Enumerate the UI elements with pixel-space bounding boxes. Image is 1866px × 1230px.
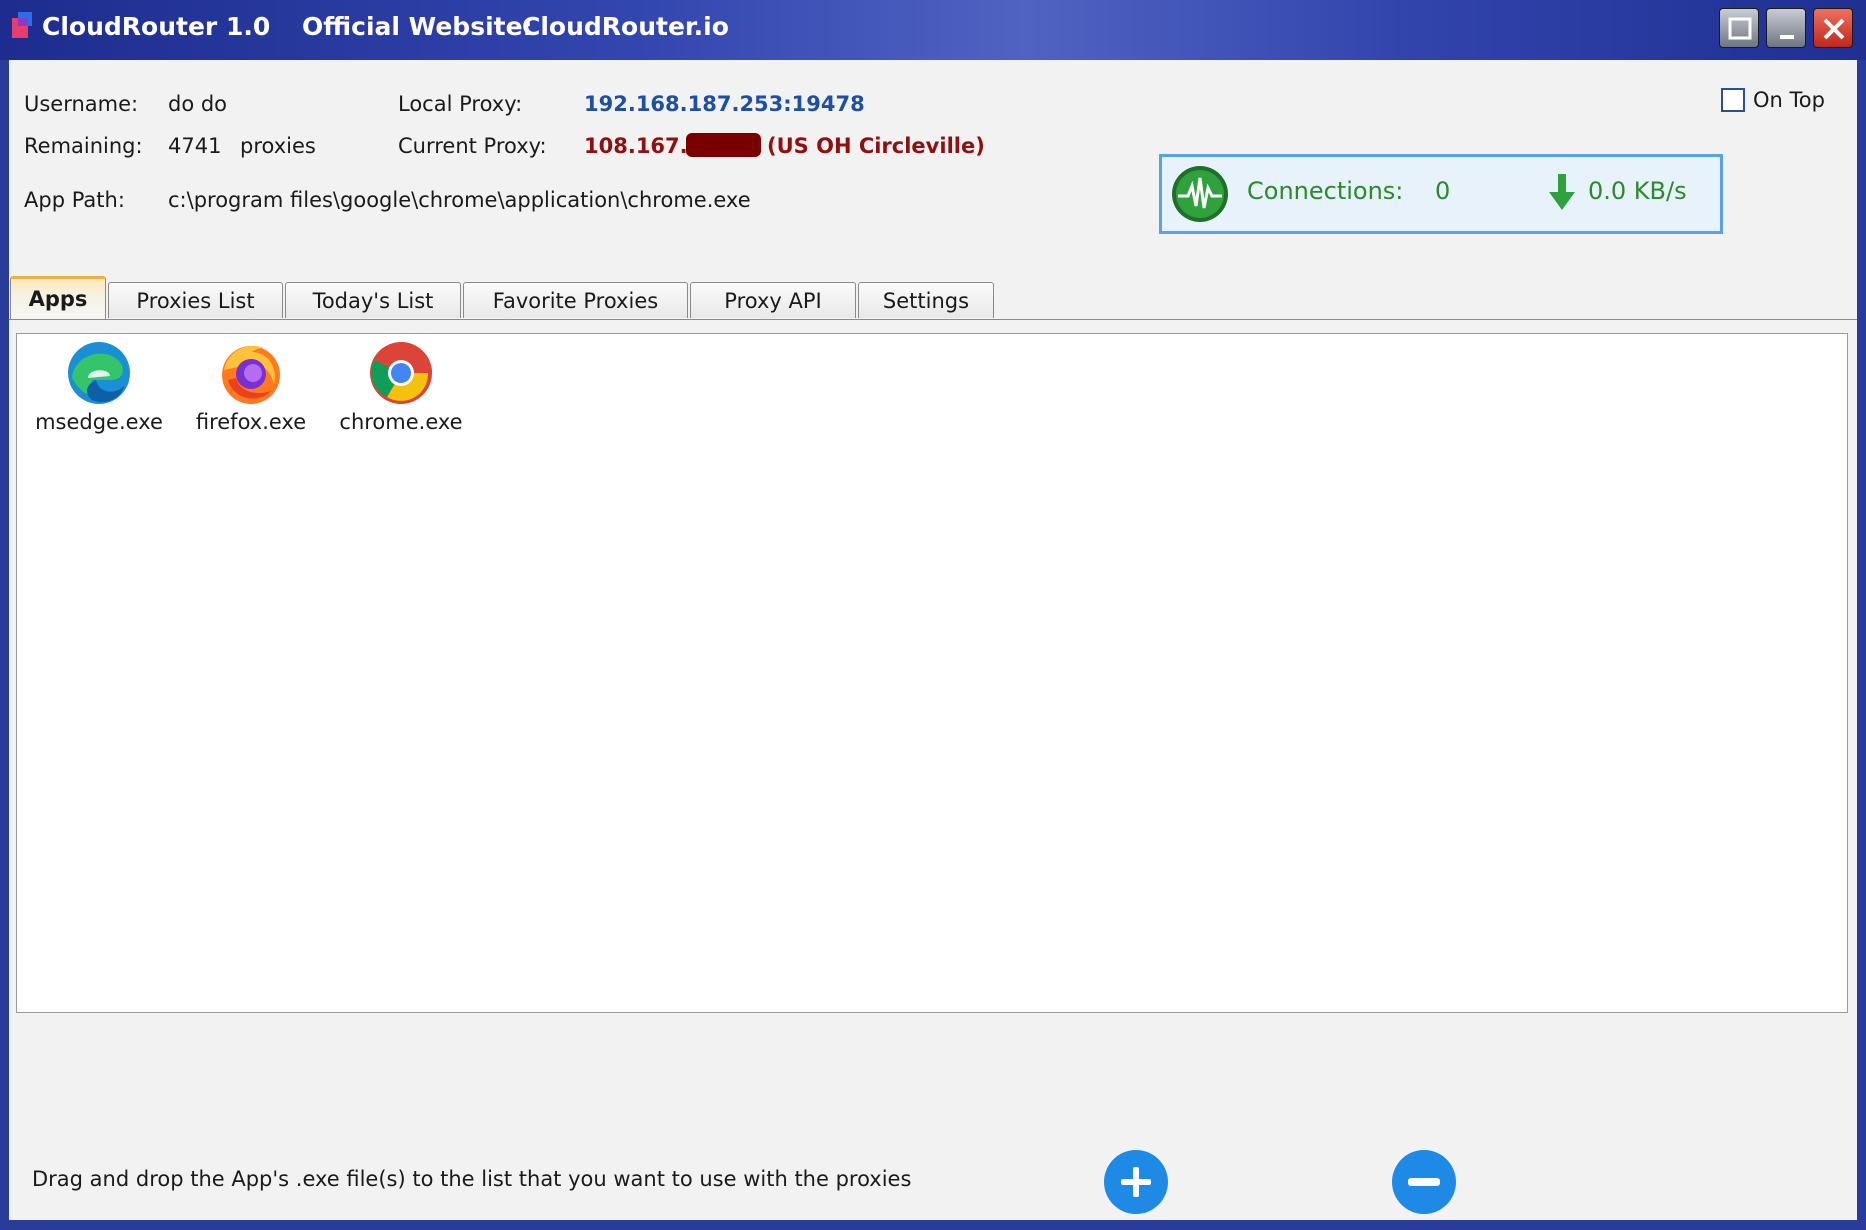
on-top-label[interactable]: On Top — [1753, 88, 1825, 112]
window-title: CloudRouter 1.0 — [42, 12, 271, 41]
remaining-unit: proxies — [240, 134, 316, 158]
tab-divider — [9, 319, 1857, 320]
connections-value: 0 — [1435, 177, 1451, 205]
connections-label: Connections: — [1247, 177, 1404, 205]
minimize-icon — [1780, 35, 1794, 39]
maximize-icon — [1728, 17, 1752, 40]
local-proxy-label: Local Proxy: — [398, 92, 523, 116]
drag-drop-hint: Drag and drop the App's .exe file(s) to … — [32, 1167, 912, 1191]
remaining-label: Remaining: — [24, 134, 143, 158]
minimize-button[interactable] — [1766, 8, 1806, 48]
chrome-icon — [370, 342, 432, 404]
tab-apps[interactable]: Apps — [10, 276, 106, 320]
download-arrow-icon — [1549, 174, 1575, 210]
close-icon — [1823, 18, 1845, 40]
username-label: Username: — [24, 92, 139, 116]
local-proxy-value: 192.168.187.253:19478 — [584, 92, 865, 116]
redacted-ip-block — [686, 133, 761, 157]
username-value: do do — [168, 92, 228, 116]
cloudrouter-logo-icon — [12, 12, 32, 38]
tab-bar: Apps Proxies List Today's List Favorite … — [9, 270, 1857, 320]
app-name: firefox.exe — [195, 410, 307, 434]
edge-icon — [68, 342, 130, 404]
tab-proxies-list[interactable]: Proxies List — [108, 282, 283, 318]
maximize-button[interactable] — [1719, 8, 1759, 48]
download-speed-value: 0.0 KB/s — [1588, 177, 1687, 205]
current-proxy-label: Current Proxy: — [398, 134, 547, 158]
current-proxy-prefix: 108.167. — [584, 134, 688, 158]
add-app-button[interactable] — [1104, 1150, 1168, 1214]
apps-list[interactable]: msedge.exe firefox.exe chrome.exe — [16, 333, 1848, 1013]
plus-icon — [1121, 1167, 1151, 1197]
tab-todays-list[interactable]: Today's List — [285, 282, 461, 318]
current-proxy-location: (US OH Circleville) — [767, 134, 985, 158]
tab-proxy-api[interactable]: Proxy API — [690, 282, 856, 318]
app-window: CloudRouter 1.0 Official Website: CloudR… — [0, 0, 1866, 1230]
activity-pulse-icon — [1172, 166, 1228, 222]
connection-status-panel: Connections: 0 0.0 KB/s — [1159, 154, 1723, 234]
tab-favorite-proxies[interactable]: Favorite Proxies — [463, 282, 688, 318]
firefox-icon — [222, 346, 280, 404]
minus-icon — [1408, 1178, 1440, 1186]
close-button[interactable] — [1813, 8, 1853, 48]
client-area: Username: do do Remaining: 4741 proxies … — [9, 60, 1857, 1220]
app-item-firefox[interactable]: firefox.exe — [176, 340, 326, 434]
website-label: Official Website: — [302, 12, 533, 41]
app-item-chrome[interactable]: chrome.exe — [326, 340, 476, 434]
remove-app-button[interactable] — [1392, 1150, 1456, 1214]
tab-settings[interactable]: Settings — [858, 282, 994, 318]
app-name: chrome.exe — [339, 410, 463, 434]
on-top-checkbox[interactable] — [1721, 88, 1745, 112]
app-item-msedge[interactable]: msedge.exe — [24, 340, 174, 434]
app-path-label: App Path: — [24, 188, 125, 212]
app-path-value: c:\program files\google\chrome\applicati… — [168, 188, 751, 212]
remaining-value: 4741 — [168, 134, 222, 158]
website-link[interactable]: CloudRouter.io — [522, 12, 729, 41]
title-bar[interactable]: CloudRouter 1.0 Official Website: CloudR… — [0, 0, 1866, 60]
app-name: msedge.exe — [35, 410, 163, 434]
